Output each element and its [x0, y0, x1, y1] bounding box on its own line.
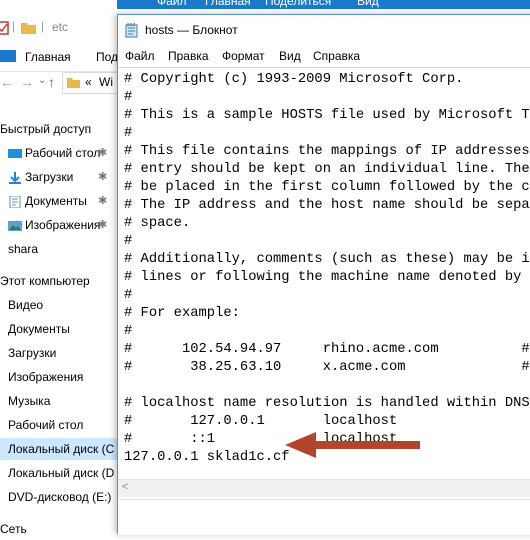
this-pc-label: Этот компьютер	[0, 274, 90, 288]
nav-item-pc-desktop[interactable]: Рабочий стол	[8, 414, 83, 436]
nav-item-label: Музыка	[8, 394, 51, 408]
nav-item-pc-documents[interactable]: Документы	[8, 318, 70, 340]
menu-file[interactable]: Файл	[125, 49, 155, 63]
explorer-ribbon-tabs: Файл Главная Поделиться Вид	[117, 0, 530, 9]
notepad-titlebar: hosts — Блокнот	[118, 15, 530, 45]
title-separator: |	[41, 19, 45, 33]
folder-icon	[21, 23, 36, 34]
nav-item-label: Документы	[8, 322, 70, 336]
nav-item-video[interactable]: Видео	[8, 294, 43, 316]
explorer-address-row: ← → ⌄ ↑ « Wi	[0, 72, 124, 94]
pictures-icon	[8, 220, 22, 231]
nav-item-downloads[interactable]: Загрузки ✱	[8, 166, 107, 188]
nav-item-dvd-e[interactable]: DVD-дисковод (E:)	[8, 486, 111, 508]
menu-view[interactable]: Вид	[279, 49, 301, 63]
nav-item-pc-pictures[interactable]: Изображения	[8, 366, 83, 388]
nav-item-music[interactable]: Музыка	[8, 390, 50, 412]
nav-item-label: Загрузки	[8, 346, 57, 360]
nav-item-label: Изображения	[25, 218, 101, 232]
nav-item-label: Сеть	[0, 522, 27, 536]
ribbon-tab-file[interactable]: Файл	[157, 0, 187, 8]
this-pc-header[interactable]: Этот компьютер	[0, 270, 90, 292]
menu-edit[interactable]: Правка	[168, 49, 209, 63]
nav-item-documents[interactable]: Документы ✱	[8, 190, 107, 212]
back-arrow-icon[interactable]: ←	[0, 74, 14, 90]
nav-item-label: Локальный диск (D	[8, 466, 115, 480]
scroll-left-icon[interactable]: <	[122, 481, 128, 493]
nav-item-network[interactable]: Сеть	[0, 518, 27, 540]
nav-item-label: DVD-дисковод (E:)	[8, 490, 112, 504]
nav-item-label: Документы	[25, 194, 87, 208]
up-arrow-icon[interactable]: ↑	[48, 74, 55, 90]
annotation-arrow-icon	[285, 432, 420, 458]
nav-item-pc-downloads[interactable]: Загрузки	[8, 342, 56, 364]
recent-dropdown-icon[interactable]: ⌄	[38, 75, 46, 86]
explorer-titlebar: | | etc	[0, 9, 118, 39]
file-tab-stub[interactable]	[0, 50, 16, 62]
address-prefix: «	[85, 75, 92, 89]
tab-home[interactable]: Главная	[25, 50, 71, 64]
address-bar[interactable]: « Wi	[62, 72, 124, 94]
nav-item-label: Рабочий стол	[8, 418, 84, 432]
pin-icon[interactable]: ✱	[98, 166, 107, 188]
notepad-title: hosts — Блокнот	[145, 23, 238, 37]
address-text: Wi	[99, 75, 113, 89]
notepad-app-icon	[125, 23, 138, 38]
nav-item-label: Локальный диск (C	[8, 442, 115, 456]
horizontal-scrollbar[interactable]: <	[118, 479, 530, 497]
notepad-menubar: Файл Правка Формат Вид Справка	[118, 45, 530, 67]
desktop-icon	[8, 148, 22, 158]
nav-item-label: Изображения	[8, 370, 84, 384]
menu-help[interactable]: Справка	[313, 49, 360, 63]
nav-item-drive-c[interactable]: Локальный диск (C	[0, 438, 126, 460]
explorer-tabs: Главная Под	[0, 39, 118, 72]
qat-separator: |	[12, 19, 16, 33]
quick-access-label: Быстрый доступ	[0, 122, 92, 136]
ribbon-tab-view[interactable]: Вид	[357, 0, 379, 8]
nav-item-label: Рабочий стол	[25, 146, 101, 160]
tab-share[interactable]: Под	[96, 50, 118, 64]
pin-icon[interactable]: ✱	[98, 142, 107, 164]
menu-format[interactable]: Формат	[222, 49, 265, 63]
ribbon-tab-home[interactable]: Главная	[205, 0, 251, 8]
nav-item-label: shara	[8, 242, 39, 256]
nav-item-shara[interactable]: shara	[8, 238, 38, 260]
hosts-file-content[interactable]: # Copyright (c) 1993-2009 Microsoft Corp…	[124, 71, 530, 467]
documents-icon	[9, 195, 21, 208]
checkbox-icon[interactable]	[0, 21, 10, 35]
pin-icon[interactable]: ✱	[98, 214, 107, 236]
nav-item-label: Загрузки	[25, 170, 74, 184]
quick-access-header[interactable]: Быстрый доступ	[0, 118, 91, 140]
folder-icon	[67, 78, 80, 88]
window-title: etc	[52, 20, 69, 34]
nav-item-desktop[interactable]: Рабочий стол ✱	[8, 142, 107, 164]
navigation-pane: Быстрый доступ Рабочий стол ✱ Загрузки ✱…	[0, 118, 126, 536]
ribbon-tab-share[interactable]: Поделиться	[265, 0, 331, 8]
forward-arrow-icon[interactable]: →	[20, 74, 34, 90]
downloads-icon	[9, 171, 21, 184]
nav-item-label: Видео	[8, 298, 44, 312]
notepad-bottom-area	[118, 499, 530, 535]
nav-item-pictures[interactable]: Изображения ✱	[8, 214, 107, 236]
pin-icon[interactable]: ✱	[98, 190, 107, 212]
nav-item-drive-d[interactable]: Локальный диск (D	[8, 462, 114, 484]
